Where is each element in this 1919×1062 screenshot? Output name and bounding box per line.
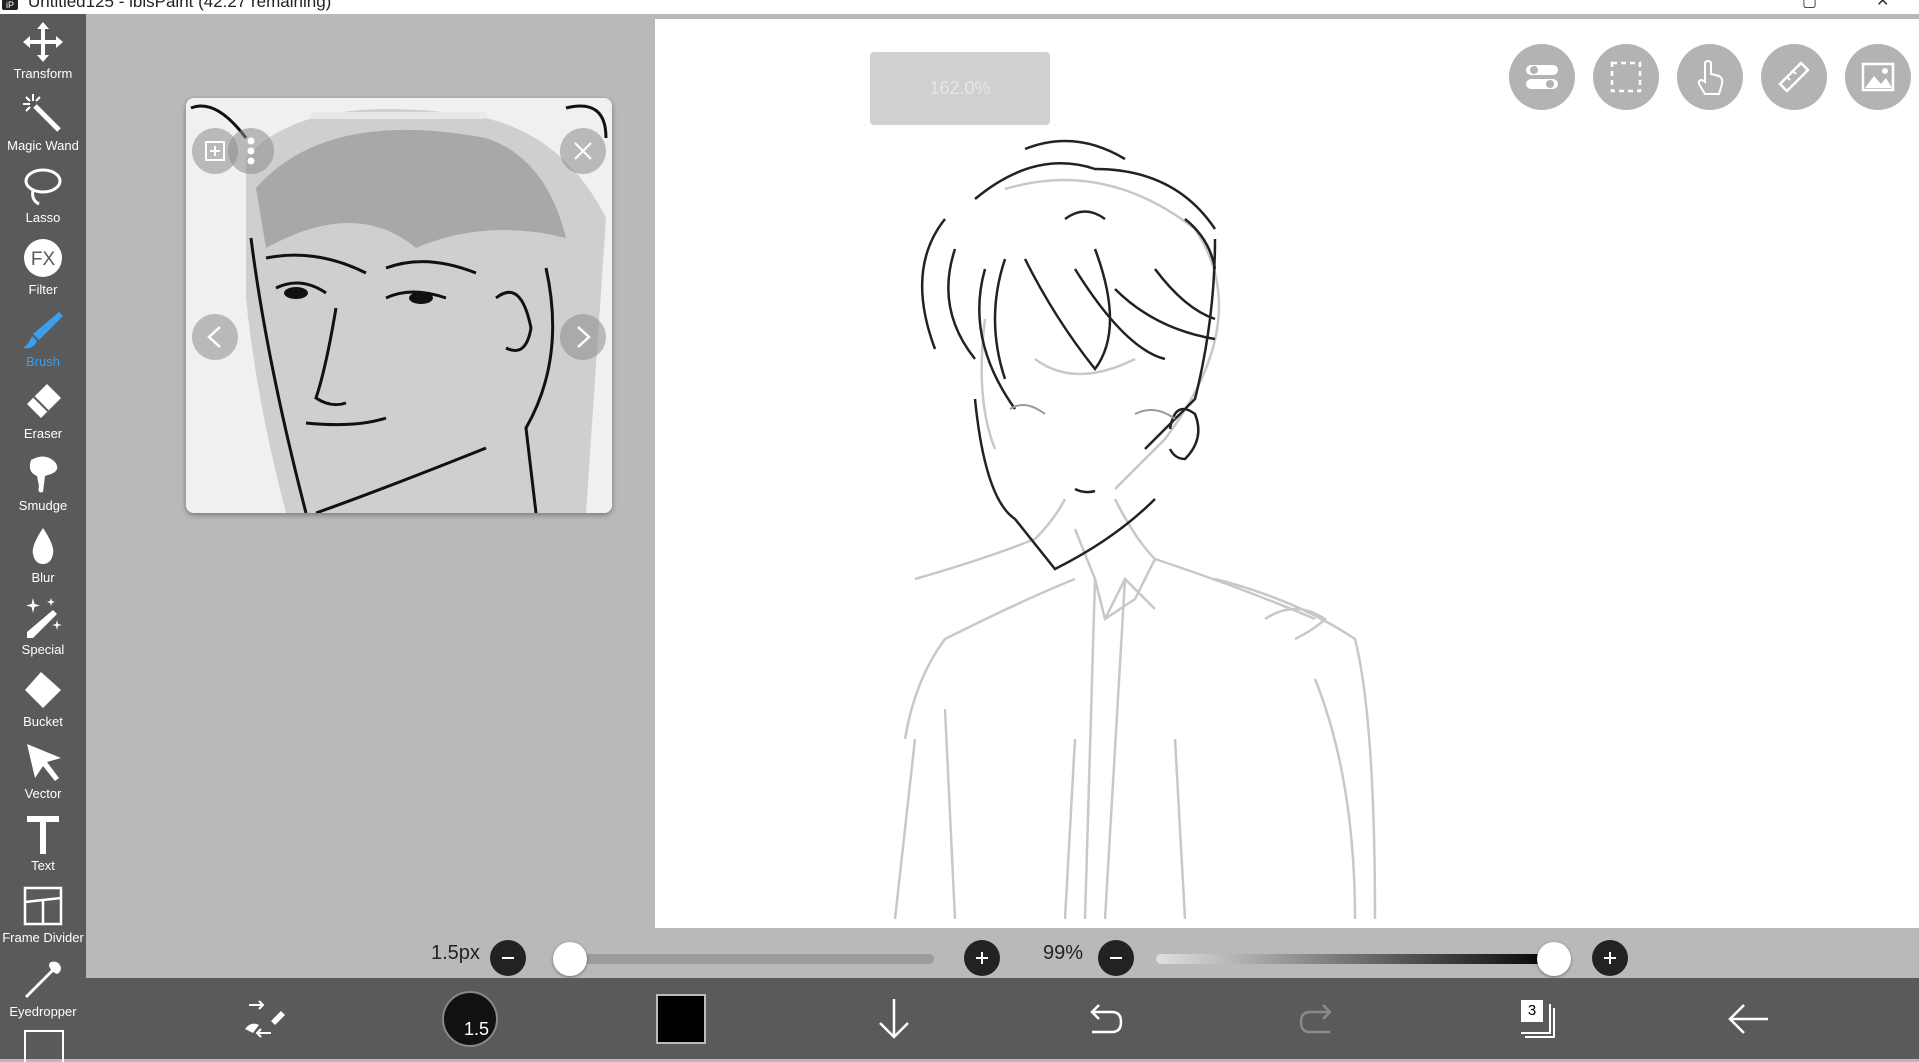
lasso-icon <box>24 168 62 206</box>
smudge-icon <box>29 456 58 493</box>
tool-label: Lasso <box>25 210 61 225</box>
brush-icon <box>23 312 63 349</box>
chevron-right-icon[interactable] <box>560 314 606 360</box>
undo-icon[interactable] <box>1082 992 1126 1046</box>
toggle-settings-icon[interactable] <box>1509 44 1575 110</box>
tool-magic-wand[interactable]: Magic Wand <box>0 86 86 158</box>
move-arrows-icon <box>23 22 63 62</box>
opacity-decrease-button[interactable] <box>1098 940 1134 976</box>
ruler-icon[interactable] <box>1761 44 1827 110</box>
drawing-canvas[interactable]: 162.0% <box>655 19 1919 928</box>
tool-smudge[interactable]: Smudge <box>0 446 86 518</box>
opacity-slider-knob[interactable] <box>1536 942 1571 976</box>
tool-blur[interactable]: Blur <box>0 518 86 590</box>
back-arrow-icon[interactable] <box>1724 992 1772 1046</box>
tool-lasso[interactable]: Lasso <box>0 158 86 230</box>
layers-icon[interactable]: 3 <box>1512 992 1560 1046</box>
down-arrow-icon[interactable] <box>872 992 916 1046</box>
frame-divider-icon <box>23 886 63 926</box>
cursor-arrow-icon <box>27 744 61 781</box>
tool-label: Filter <box>28 282 58 297</box>
brush-size-decrease-button[interactable] <box>490 940 526 976</box>
partial-tool-icon[interactable] <box>24 1030 64 1062</box>
app-logo-icon: iP <box>2 0 18 10</box>
tool-label: Eyedropper <box>9 1004 77 1019</box>
tool-label: Vector <box>24 786 62 801</box>
layers-count: 3 <box>1521 1000 1543 1022</box>
tool-eyedropper[interactable]: Eyedropper <box>0 952 86 1024</box>
tool-bucket[interactable]: Bucket <box>0 662 86 734</box>
opacity-track[interactable] <box>1156 954 1558 964</box>
window-title: Untitled125 - ibisPaint (42:27 remaining… <box>28 0 332 11</box>
close-icon[interactable] <box>560 128 606 174</box>
bottom-toolbar: 1.5 3 <box>86 978 1919 1059</box>
fx-icon: FX <box>24 239 62 277</box>
close-window-icon[interactable]: ✕ <box>1876 0 1889 11</box>
more-vertical-icon[interactable] <box>228 128 274 174</box>
swap-tools-icon[interactable] <box>234 992 294 1046</box>
tool-label: Frame Divider <box>2 930 84 945</box>
tool-label: Magic Wand <box>7 138 79 153</box>
opacity-value: 99% <box>1043 942 1084 964</box>
brush-circle-label: 1.5 <box>464 1019 490 1039</box>
brush-size-increase-button[interactable] <box>964 940 1000 976</box>
svg-text:FX: FX <box>31 249 56 270</box>
tool-label: Special <box>21 642 65 657</box>
tool-vector[interactable]: Vector <box>0 734 86 806</box>
tool-label: Text <box>31 858 55 873</box>
eraser-icon <box>27 384 61 418</box>
chevron-left-icon[interactable] <box>192 314 238 360</box>
tool-eraser[interactable]: Eraser <box>0 374 86 446</box>
brush-size-value: 1.5px <box>431 942 480 964</box>
tool-label: Bucket <box>23 714 63 729</box>
sparkle-pen-icon <box>26 598 62 638</box>
text-t-icon <box>27 816 59 854</box>
redo-icon[interactable] <box>1296 992 1340 1046</box>
tool-frame-divider[interactable]: Frame Divider <box>0 878 86 950</box>
brush-size-circle[interactable]: 1.5 <box>442 991 498 1047</box>
droplet-icon <box>32 528 54 564</box>
maximize-icon[interactable]: ▢ <box>1802 0 1817 11</box>
magic-wand-icon <box>23 94 61 132</box>
opacity-increase-button[interactable] <box>1592 940 1628 976</box>
eyedropper-icon <box>25 961 61 998</box>
tool-brush[interactable]: Brush <box>0 302 86 374</box>
brush-size-slider-knob[interactable] <box>553 942 587 976</box>
reference-window[interactable] <box>186 98 612 513</box>
title-bar: iP Untitled125 - ibisPaint (42:27 remain… <box>0 0 1919 14</box>
tool-label: Brush <box>26 354 60 369</box>
zoom-indicator: 162.0% <box>870 52 1050 125</box>
tool-label: Blur <box>31 570 55 585</box>
color-swatch[interactable] <box>654 992 708 1046</box>
canvas-sketch <box>893 139 1377 920</box>
selection-dashed-icon[interactable] <box>1593 44 1659 110</box>
bucket-icon <box>25 672 61 708</box>
tool-special[interactable]: Special <box>0 590 86 662</box>
tool-text[interactable]: Text <box>0 806 86 878</box>
brush-size-track[interactable] <box>554 954 934 964</box>
brush-slider-bar: 1.5px 99% <box>86 928 1919 978</box>
tool-filter[interactable]: FX Filter <box>0 230 86 302</box>
reference-drag-handle[interactable] <box>311 112 487 119</box>
tool-sidebar: Transform Magic Wand Lasso FX Filter Bru… <box>0 14 86 1062</box>
image-icon[interactable] <box>1845 44 1911 110</box>
tool-label: Transform <box>13 66 73 81</box>
tool-label: Eraser <box>23 426 63 441</box>
tool-label: Smudge <box>18 498 68 513</box>
tool-transform[interactable]: Transform <box>0 14 86 86</box>
hand-touch-icon[interactable] <box>1677 44 1743 110</box>
